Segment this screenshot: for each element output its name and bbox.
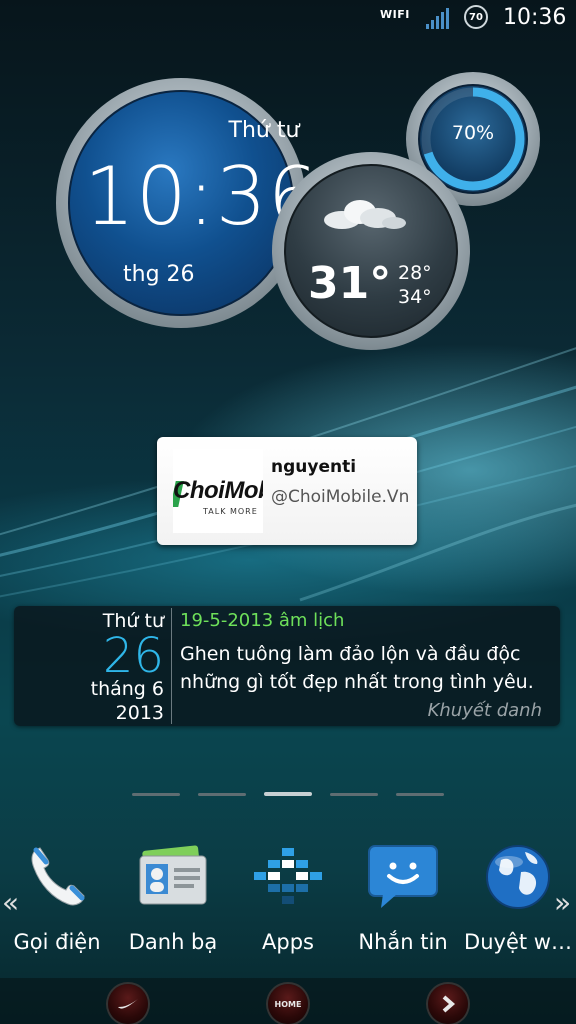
calendar-month: tháng 6 (90, 678, 164, 700)
signal-strength-icon (426, 8, 449, 29)
page-dot[interactable] (198, 793, 246, 796)
dock-item-apps[interactable]: Apps (233, 842, 343, 972)
dock-item-browser[interactable]: Duyệt w… (463, 842, 573, 972)
battery-indicator: 70 (464, 5, 488, 29)
logo-tagline: TALK MORE (203, 507, 258, 516)
logo-text: ChoiMobile (173, 477, 263, 504)
cloud-icon (324, 200, 406, 229)
battery-gauge-value: 70% (451, 122, 495, 144)
daily-quote: Ghen tuông làm đảo lộn và đầu độc những … (180, 643, 534, 693)
lunar-date: 19-5-2013 âm lịch (180, 610, 345, 631)
apps-grid-icon (254, 848, 322, 904)
page-dot[interactable] (396, 793, 444, 796)
dock-item-label: Nhắn tin (358, 930, 448, 954)
browser-globe-icon (486, 845, 550, 909)
calendar-date-panel: Thứ tư 26 tháng 6 2013 (14, 606, 172, 726)
quote-author: Khuyết danh (427, 700, 542, 721)
calendar-year: 2013 (115, 702, 164, 724)
current-temperature: 31° (308, 258, 392, 309)
wifi-icon: WIFI (380, 8, 410, 21)
social-feed-widget[interactable]: ChoiMobile TALK MORE nguyenti @ChoiMobil… (157, 437, 417, 545)
page-dot-active[interactable] (264, 792, 312, 796)
navigation-bar: HOME (0, 978, 576, 1024)
temperature-high: 28° (398, 262, 432, 284)
dock-item-messaging[interactable]: Nhắn tin (348, 842, 458, 972)
home-label: HOME (274, 999, 302, 1009)
swoosh-icon (118, 999, 138, 1009)
dock-item-phone[interactable]: Gọi điện (2, 842, 112, 972)
home-button[interactable]: HOME (268, 984, 308, 1024)
dock-item-label: Duyệt w… (464, 930, 572, 954)
dock-item-label: Gọi điện (13, 930, 101, 954)
calendar-quote-widget[interactable]: Thứ tư 26 tháng 6 2013 19-5-2013 âm lịch… (14, 606, 560, 726)
contacts-icon (139, 845, 207, 905)
divider (171, 608, 172, 724)
back-button[interactable] (108, 984, 148, 1024)
dock-item-label: Danh bạ (128, 930, 218, 954)
page-dot[interactable] (132, 793, 180, 796)
temperature-low: 34° (398, 286, 432, 308)
clock-date: thg 26 (123, 262, 195, 287)
status-bar: WIFI 70 10:36 (0, 0, 576, 36)
dock-item-contacts[interactable]: Danh bạ (118, 842, 228, 972)
recent-apps-button[interactable] (428, 984, 468, 1024)
social-username: nguyenti (271, 457, 357, 477)
choimobile-logo: ChoiMobile TALK MORE (173, 449, 263, 533)
dock-item-label: Apps (262, 930, 314, 954)
chevron-right-icon (442, 995, 456, 1013)
social-handle: @ChoiMobile.Vn (271, 487, 410, 507)
page-dot[interactable] (330, 793, 378, 796)
messaging-icon (368, 845, 438, 908)
calendar-day: 26 (102, 628, 164, 684)
phone-icon (31, 847, 85, 906)
status-time: 10:36 (503, 5, 567, 30)
weather-face (284, 164, 458, 338)
